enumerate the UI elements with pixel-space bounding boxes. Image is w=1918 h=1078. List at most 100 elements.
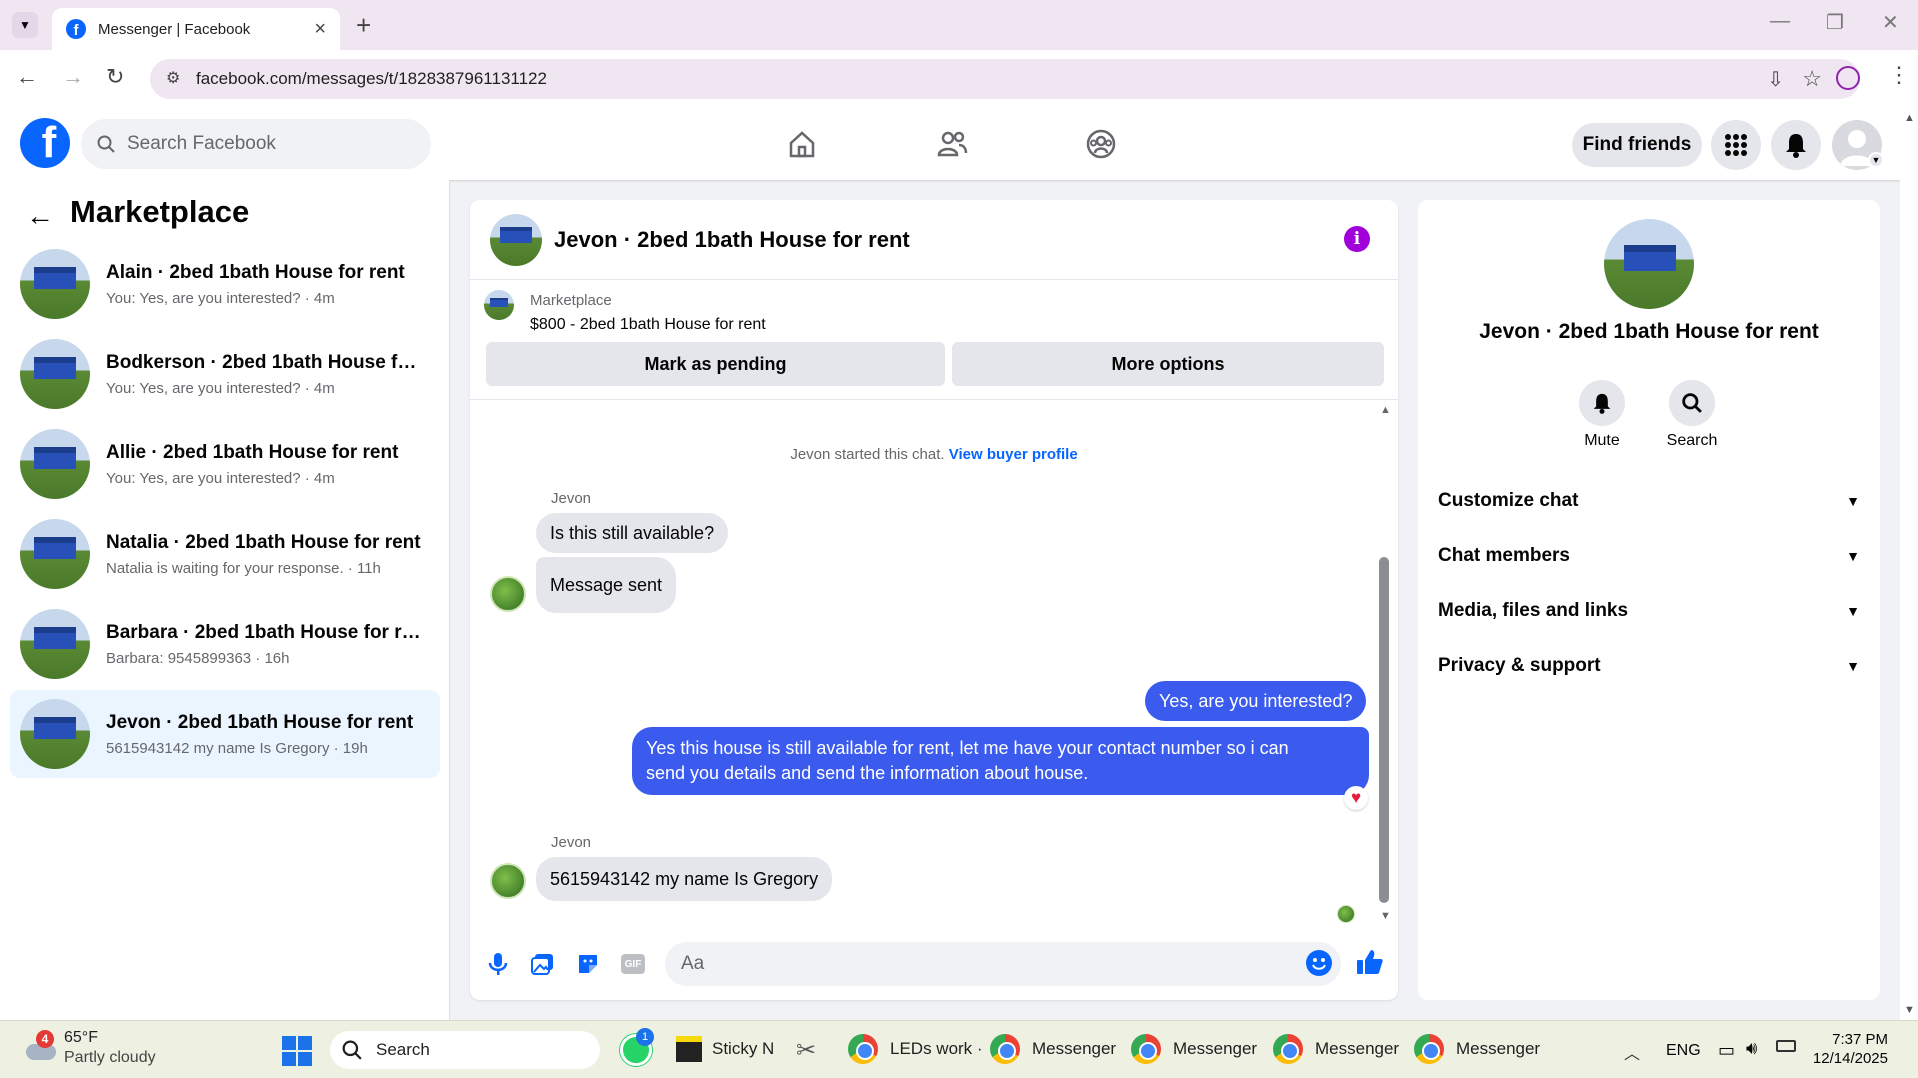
browser-tab[interactable]: f Messenger | Facebook × <box>52 8 340 50</box>
chrome-icon <box>848 1034 878 1064</box>
clock[interactable]: 7:37 PM 12/14/2025 <box>1808 1030 1888 1068</box>
mute-label: Mute <box>1584 432 1620 449</box>
listing-thumbnail <box>20 339 90 409</box>
sender-avatar[interactable] <box>490 863 526 899</box>
conversation-preview: Natalia is waiting for your response. · … <box>106 559 381 577</box>
forward-icon[interactable]: → <box>62 64 84 90</box>
chat-members-section[interactable]: Chat members ▼ <box>1438 545 1860 567</box>
emoji-icon[interactable] <box>1306 950 1332 976</box>
conversation-item-active[interactable]: Jevon · 2bed 1bath House for rent 5615943… <box>10 690 440 778</box>
privacy-support-section[interactable]: Privacy & support ▼ <box>1438 655 1860 677</box>
sender-avatar[interactable] <box>490 576 526 612</box>
incoming-message[interactable]: 5615943142 my name Is Gregory <box>536 857 833 901</box>
conversation-item[interactable]: Alain · 2bed 1bath House for rent You: Ye… <box>10 240 440 328</box>
search-icon <box>97 135 115 153</box>
conversation-item[interactable]: Bodkerson · 2bed 1bath House for ... You:… <box>10 330 440 418</box>
site-info-icon[interactable]: ⚙ <box>166 68 180 88</box>
more-options-button[interactable]: More options <box>952 342 1384 386</box>
notifications-bell-icon[interactable] <box>1771 120 1821 170</box>
microphone-icon[interactable] <box>484 950 512 978</box>
chat-scrollbar[interactable] <box>1379 557 1389 903</box>
sticky-notes-icon <box>676 1036 702 1062</box>
install-app-icon[interactable]: ⇩ <box>1767 67 1784 92</box>
taskbar-chrome-messenger[interactable]: Messenger <box>1131 1034 1257 1064</box>
chat-title: Jevon · 2bed 1bath House for rent <box>554 226 910 252</box>
taskbar-chrome-messenger[interactable]: Messenger <box>990 1034 1116 1064</box>
mark-as-pending-button[interactable]: Mark as pending <box>486 342 945 386</box>
restore-icon[interactable]: ❐ <box>1826 10 1844 35</box>
groups-icon[interactable] <box>1081 124 1121 164</box>
tab-search-chevron-icon[interactable]: ▼ <box>12 12 38 38</box>
search-in-chat-icon[interactable] <box>1669 380 1715 426</box>
media-files-links-section[interactable]: Media, files and links ▼ <box>1438 600 1860 622</box>
facebook-logo-icon[interactable]: f <box>20 118 70 168</box>
taskbar-chrome-leds[interactable]: LEDs work · <box>848 1034 983 1064</box>
conversation-item[interactable]: Barbara · 2bed 1bath House for rent Barba… <box>10 600 440 688</box>
profile-icon[interactable] <box>1836 66 1860 90</box>
tray-chevron-up-icon[interactable]: ︿ <box>1624 1040 1640 1064</box>
back-icon[interactable]: ← <box>16 64 38 90</box>
scroll-down-icon[interactable]: ▼ <box>1380 910 1391 922</box>
outgoing-message[interactable]: Yes, are you interested? <box>1145 681 1367 721</box>
address-bar[interactable]: ⚙ facebook.com/messages/t/18283879611311… <box>150 59 1860 99</box>
conversation-name: Allie · 2bed 1bath House for rent <box>106 441 399 463</box>
taskbar-chrome-messenger[interactable]: Messenger <box>1273 1034 1399 1064</box>
chat-details-thumbnail <box>1604 219 1694 309</box>
home-icon[interactable] <box>782 124 822 164</box>
account-chevron-icon[interactable]: ▼ <box>1868 152 1884 168</box>
friends-icon[interactable] <box>932 124 972 164</box>
mute-bell-icon[interactable] <box>1579 380 1625 426</box>
clock-date: 12/14/2025 <box>1812 1050 1888 1067</box>
menu-grid-icon[interactable] <box>1711 120 1761 170</box>
conversation-item[interactable]: Natalia · 2bed 1bath House for rent Natal… <box>10 510 440 598</box>
volume-icon[interactable]: 🔊︎ <box>1746 1038 1757 1059</box>
bookmark-star-icon[interactable]: ☆ <box>1802 66 1822 92</box>
gif-icon[interactable]: GIF <box>619 950 647 978</box>
taskbar-sticky-notes[interactable]: Sticky N <box>676 1036 774 1062</box>
incoming-message[interactable]: Message sent <box>536 557 677 613</box>
page-scrollbar[interactable] <box>1900 108 1918 1020</box>
display-icon[interactable]: ▭ <box>1718 1040 1735 1061</box>
minimize-icon[interactable]: — <box>1770 10 1790 33</box>
conversation-name: Bodkerson · 2bed 1bath House for ... <box>106 351 426 373</box>
photo-icon[interactable] <box>529 950 557 978</box>
customize-chat-section[interactable]: Customize chat ▼ <box>1438 490 1860 512</box>
conversation-preview: Barbara: 9545899363 · 16h <box>106 649 290 667</box>
back-arrow-icon[interactable]: ← <box>26 200 54 232</box>
tab-close-icon[interactable]: × <box>314 18 326 41</box>
chrome-menu-icon[interactable]: ⋮ <box>1888 62 1910 88</box>
message-input[interactable]: Aa <box>665 942 1341 986</box>
reload-icon[interactable]: ↻ <box>106 64 124 90</box>
windows-start-icon[interactable] <box>282 1036 312 1069</box>
facebook-search-input[interactable]: Search Facebook <box>81 119 431 169</box>
outgoing-message[interactable]: Yes this house is still available for re… <box>632 727 1369 795</box>
new-tab-icon[interactable]: + <box>356 10 371 41</box>
conversation-preview: 5615943142 my name Is Gregory · 19h <box>106 739 368 757</box>
weather-widget[interactable]: 4 65°F Partly cloudy <box>22 1028 156 1068</box>
page-scroll-down-icon[interactable]: ▼ <box>1904 1004 1915 1016</box>
scroll-up-icon[interactable]: ▲ <box>1380 404 1391 416</box>
heart-reaction-icon[interactable]: ♥ <box>1344 786 1368 810</box>
listing-mini-thumbnail <box>484 290 514 320</box>
search-label: Search <box>1666 432 1718 449</box>
chat-header[interactable]: Jevon · 2bed 1bath House for rent <box>470 200 1398 280</box>
window-close-icon[interactable]: ✕ <box>1882 10 1899 35</box>
listing-thumbnail <box>20 519 90 589</box>
listing-price-title[interactable]: $800 - 2bed 1bath House for rent <box>530 316 766 334</box>
taskbar-search[interactable]: Search <box>330 1031 600 1069</box>
info-icon[interactable]: i <box>1344 226 1370 252</box>
chevron-down-icon: ▼ <box>1846 658 1860 674</box>
find-friends-button[interactable]: Find friends <box>1572 123 1702 167</box>
conversation-item[interactable]: Allie · 2bed 1bath House for rent You: Ye… <box>10 420 440 508</box>
thumbs-up-icon[interactable] <box>1356 948 1384 979</box>
page-scroll-up-icon[interactable]: ▲ <box>1904 112 1915 124</box>
language-indicator[interactable]: ENG <box>1666 1042 1701 1060</box>
conversation-name: Natalia · 2bed 1bath House for rent <box>106 531 421 553</box>
incoming-message[interactable]: Is this still available? <box>536 513 729 553</box>
snipping-tool-icon[interactable]: ✂ <box>796 1036 816 1065</box>
sticker-icon[interactable] <box>574 950 602 978</box>
taskbar-chrome-messenger[interactable]: Messenger <box>1414 1034 1540 1064</box>
message-line: Yes this house is still available for re… <box>646 738 1289 758</box>
view-buyer-profile-link[interactable]: View buyer profile <box>949 446 1078 463</box>
battery-icon[interactable] <box>1776 1040 1796 1052</box>
